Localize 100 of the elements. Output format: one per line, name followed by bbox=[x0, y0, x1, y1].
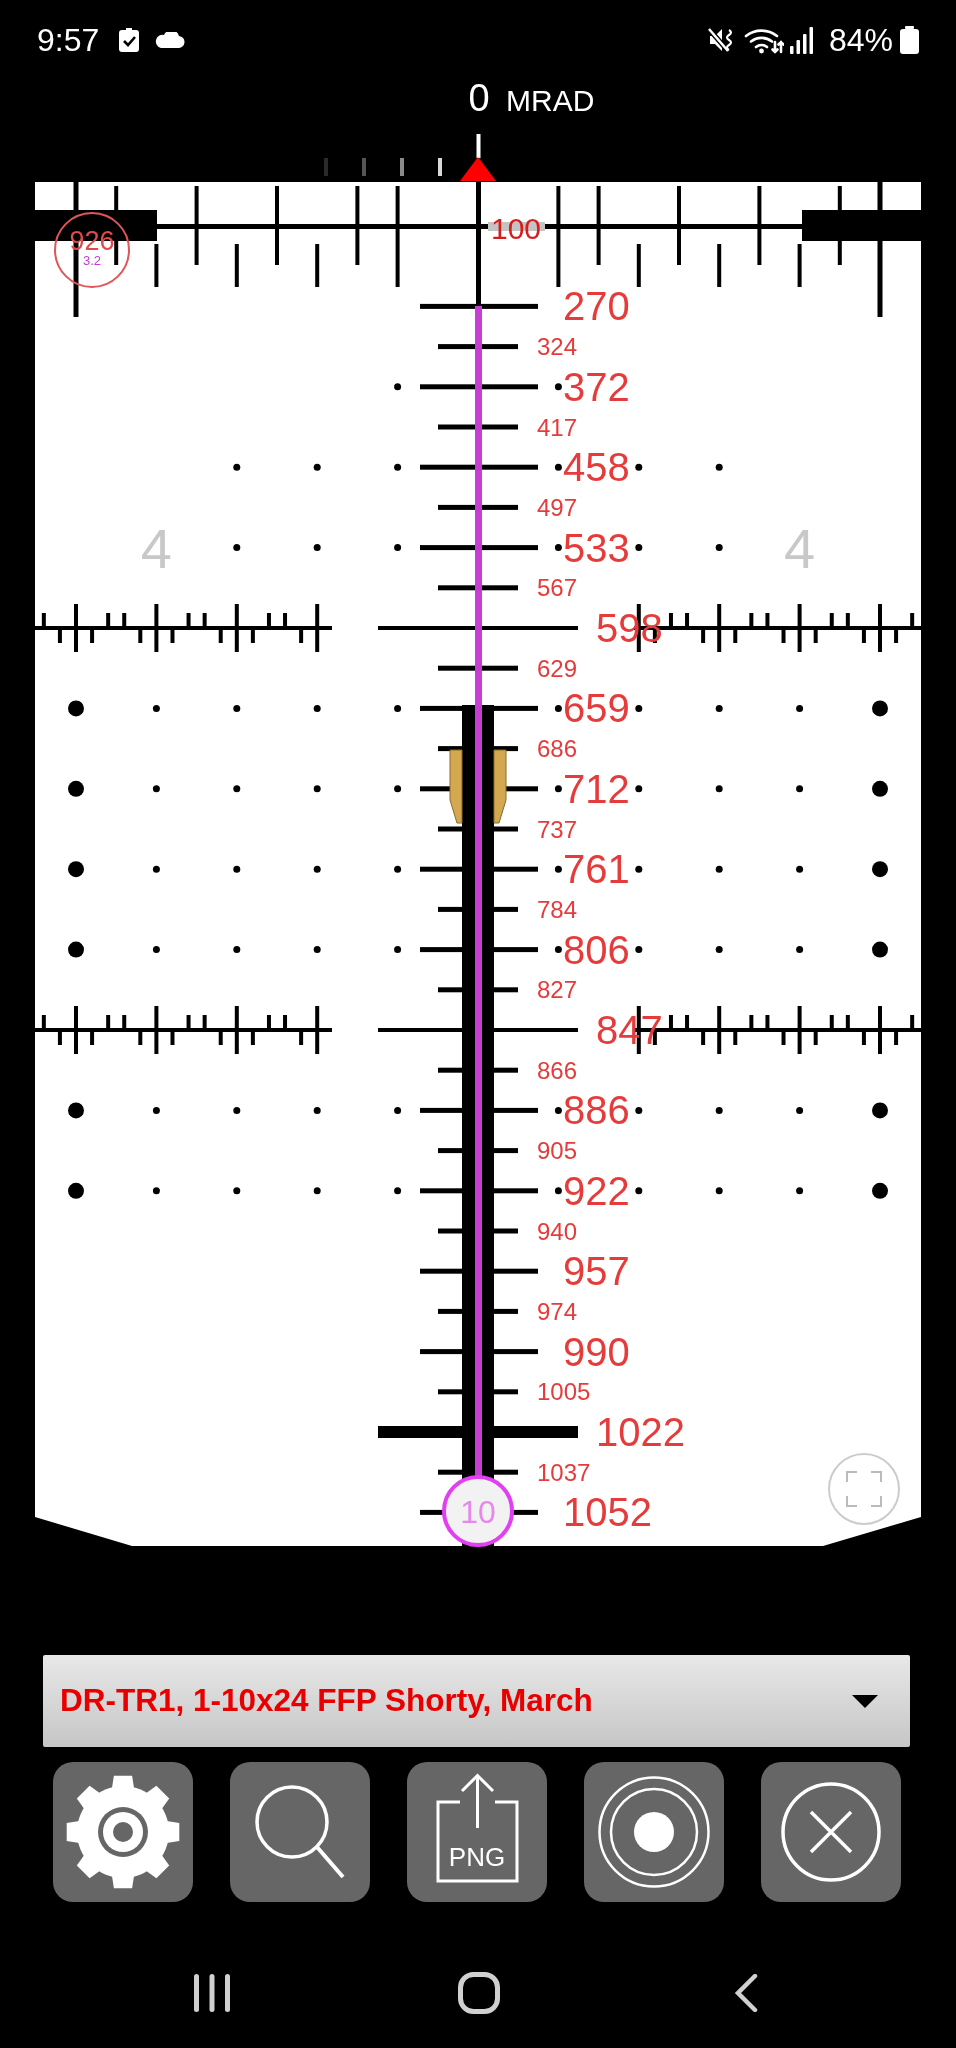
clock-time: 9:57 bbox=[37, 24, 100, 56]
reticle-dot bbox=[796, 1106, 804, 1114]
range-label: 567 bbox=[537, 574, 578, 602]
reticle-dot bbox=[68, 1102, 84, 1119]
reticle-dot bbox=[796, 785, 804, 793]
reticle-dot bbox=[635, 1106, 643, 1114]
reticle-dot bbox=[554, 865, 562, 873]
reticle-dot bbox=[394, 544, 402, 552]
clipboard-check-icon bbox=[118, 27, 141, 53]
caret-down-icon bbox=[852, 1694, 878, 1708]
reticle-dot bbox=[635, 865, 643, 873]
reticle-dot bbox=[394, 946, 402, 954]
search-button[interactable] bbox=[230, 1762, 370, 1902]
reticle-dot bbox=[715, 544, 723, 552]
close-icon bbox=[781, 1782, 881, 1882]
battery-percentage: 84% bbox=[828, 24, 893, 56]
reticle-dot bbox=[152, 1187, 160, 1195]
reticle-dot bbox=[715, 1187, 723, 1195]
reticle-dot bbox=[313, 1187, 321, 1195]
reticle-dot bbox=[872, 780, 888, 797]
reticle-dot bbox=[233, 544, 241, 552]
reticle-dot bbox=[796, 1187, 804, 1195]
reticle-dot bbox=[635, 704, 643, 712]
reticle-dot bbox=[233, 865, 241, 873]
range-label: 1052 bbox=[563, 1490, 652, 1535]
reticle-dot bbox=[68, 861, 84, 878]
reticle-dot bbox=[68, 700, 84, 717]
reticle-dot bbox=[152, 946, 160, 954]
scale-unit: MRAD bbox=[506, 84, 595, 117]
range-label: 533 bbox=[563, 525, 630, 570]
gear-icon bbox=[65, 1774, 181, 1890]
range-label: 497 bbox=[537, 493, 578, 521]
reticle-dot bbox=[872, 941, 888, 958]
home-icon[interactable] bbox=[457, 1972, 500, 2014]
range-label: 784 bbox=[537, 895, 578, 923]
reticle-dot bbox=[233, 1187, 241, 1195]
range-label: 712 bbox=[563, 766, 630, 811]
reticle-dot bbox=[715, 785, 723, 793]
reticle-dot bbox=[872, 700, 888, 717]
fullscreen-icon bbox=[846, 1471, 882, 1507]
settings-button[interactable] bbox=[53, 1762, 193, 1902]
scale-tick-mark bbox=[438, 158, 442, 176]
ruler-label: 100 bbox=[491, 212, 542, 245]
range-label: 866 bbox=[537, 1056, 578, 1084]
reticle-dot bbox=[715, 704, 723, 712]
range-label: 458 bbox=[563, 445, 630, 490]
upload-icon bbox=[434, 1772, 520, 1884]
cloud-icon bbox=[154, 32, 186, 48]
profile-dropdown[interactable]: DR-TR1, 1-10x24 FFP Shorty, March bbox=[43, 1655, 910, 1747]
reticle-dot bbox=[68, 1182, 84, 1199]
reticle-dot bbox=[394, 785, 402, 793]
reticle-dot bbox=[394, 1187, 402, 1195]
reticle-dot bbox=[872, 861, 888, 878]
reticle-dot bbox=[313, 463, 321, 471]
target-button[interactable] bbox=[584, 1762, 724, 1902]
badge-subvalue: 3.2 bbox=[82, 253, 102, 268]
range-label: 417 bbox=[537, 413, 578, 441]
scale-tick-mark bbox=[324, 158, 328, 176]
reticle-dot bbox=[872, 1182, 888, 1199]
back-icon[interactable] bbox=[733, 1974, 758, 2012]
reticle-dot bbox=[635, 544, 643, 552]
reticle-dot bbox=[68, 941, 84, 958]
range-label: 737 bbox=[537, 815, 578, 843]
reticle-dot bbox=[554, 1187, 562, 1195]
reticle-dot bbox=[554, 383, 562, 391]
reticle-dot bbox=[554, 1106, 562, 1114]
signal-icon bbox=[789, 26, 814, 54]
target-icon bbox=[598, 1776, 710, 1888]
range-label: 686 bbox=[537, 735, 578, 763]
reticle-dot bbox=[394, 865, 402, 873]
search-icon bbox=[255, 1785, 345, 1879]
range-label: 270 bbox=[563, 284, 630, 329]
reticle-dot bbox=[635, 1187, 643, 1195]
scale-value: 0 bbox=[468, 80, 490, 119]
close-button[interactable] bbox=[761, 1762, 901, 1902]
range-label: 761 bbox=[563, 847, 630, 892]
export-png-button[interactable]: PNG bbox=[407, 1762, 547, 1902]
reticle-dot bbox=[313, 704, 321, 712]
range-label: 974 bbox=[537, 1297, 578, 1325]
range-label: 659 bbox=[563, 686, 630, 731]
reticle-dot bbox=[715, 865, 723, 873]
reticle-dot bbox=[313, 946, 321, 954]
range-label: 806 bbox=[563, 927, 630, 972]
reticle-dot bbox=[554, 463, 562, 471]
reticle-dot bbox=[152, 785, 160, 793]
wedge-marker-icon bbox=[493, 749, 507, 824]
battery-icon bbox=[899, 26, 920, 54]
reticle-dot bbox=[152, 704, 160, 712]
reticle-dot bbox=[68, 780, 84, 797]
magnification-knob[interactable]: 10 bbox=[442, 1475, 514, 1547]
recent-apps-icon[interactable] bbox=[193, 1974, 230, 2012]
reticle-dot bbox=[635, 785, 643, 793]
range-label: 324 bbox=[537, 333, 578, 361]
reticle-dot bbox=[635, 463, 643, 471]
range-label: 940 bbox=[537, 1217, 578, 1245]
reticle-dot bbox=[233, 704, 241, 712]
reticle-dot bbox=[394, 383, 402, 391]
reticle-dot bbox=[152, 865, 160, 873]
reticle-dot bbox=[313, 544, 321, 552]
range-label: 1037 bbox=[537, 1458, 591, 1486]
